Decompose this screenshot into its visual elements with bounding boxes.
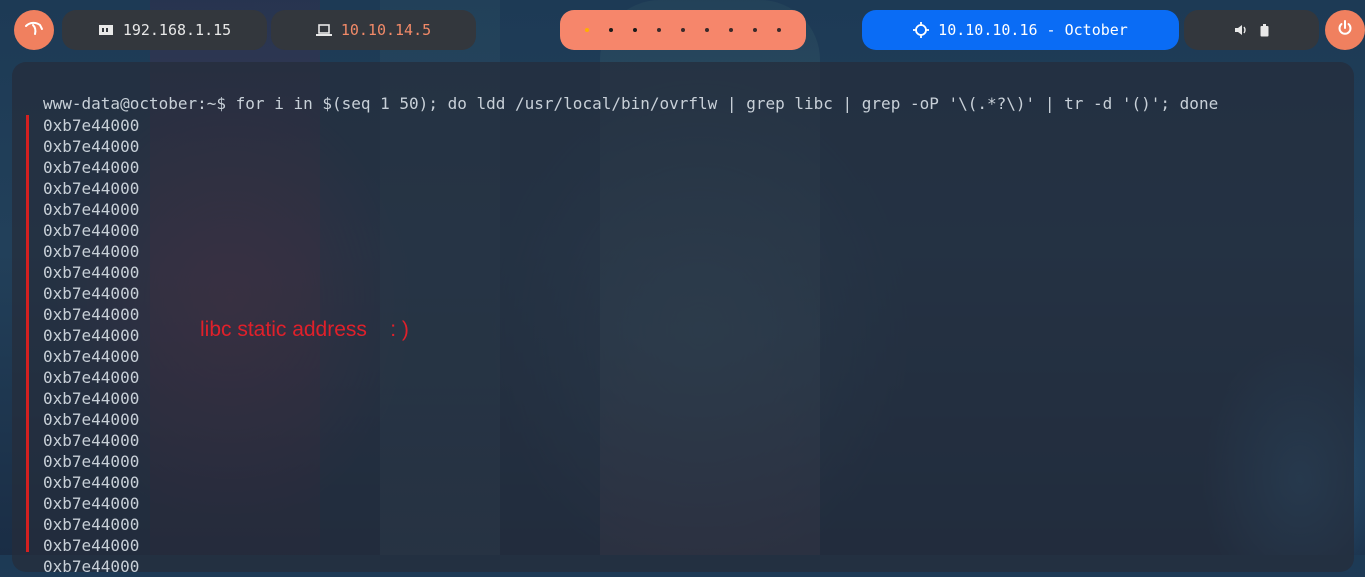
crosshair-icon bbox=[913, 22, 930, 38]
output-line: 0xb7e44000 bbox=[43, 515, 140, 534]
output-line: 0xb7e44000 bbox=[43, 473, 140, 492]
workspace-dot[interactable] bbox=[777, 28, 781, 32]
output-line: 0xb7e44000 bbox=[43, 284, 140, 303]
kali-menu-button[interactable] bbox=[14, 10, 54, 50]
output-line: 0xb7e44000 bbox=[43, 452, 140, 471]
target-text: 10.10.10.16 - October bbox=[938, 21, 1128, 39]
output-line: 0xb7e44000 bbox=[43, 326, 140, 345]
output-line: 0xb7e44000 bbox=[43, 263, 140, 282]
workspace-dot[interactable] bbox=[753, 28, 757, 32]
volume-icon[interactable] bbox=[1234, 24, 1248, 36]
workspace-switcher[interactable] bbox=[560, 10, 806, 50]
output-line: 0xb7e44000 bbox=[43, 137, 140, 156]
workspace-dot[interactable] bbox=[609, 28, 613, 32]
power-button[interactable] bbox=[1325, 10, 1365, 50]
annotation-text: libc static address : ) bbox=[200, 318, 409, 341]
target-pill[interactable]: 10.10.10.16 - October bbox=[862, 10, 1179, 50]
battery-icon[interactable] bbox=[1260, 23, 1269, 37]
output-line: 0xb7e44000 bbox=[43, 347, 140, 366]
top-bar: 192.168.1.15 10.10.14.5 10.10.10.16 - Oc… bbox=[0, 10, 1365, 50]
terminal-window[interactable]: www-data@october:~$ for i in $(seq 1 50)… bbox=[12, 62, 1354, 576]
output-line: 0xb7e44000 bbox=[43, 158, 140, 177]
command-prompt-line: www-data@october:~$ for i in $(seq 1 50)… bbox=[43, 94, 1219, 113]
output-line: 0xb7e44000 bbox=[43, 116, 140, 135]
output-line: 0xb7e44000 bbox=[43, 179, 140, 198]
annotation-highlight-bar bbox=[26, 115, 29, 552]
home-ip-text: 192.168.1.15 bbox=[122, 21, 232, 39]
network-card-icon bbox=[98, 23, 114, 37]
output-line: 0xb7e44000 bbox=[43, 389, 140, 408]
output-line: 0xb7e44000 bbox=[43, 410, 140, 429]
output-line: 0xb7e44000 bbox=[43, 368, 140, 387]
vpn-ip-pill[interactable]: 10.10.14.5 bbox=[271, 10, 476, 50]
output-line: 0xb7e44000 bbox=[43, 200, 140, 219]
workspace-dot[interactable] bbox=[633, 28, 637, 32]
terminal-output: 0xb7e44000 0xb7e44000 0xb7e44000 0xb7e44000… bbox=[43, 115, 139, 577]
workspace-dot[interactable] bbox=[585, 28, 589, 32]
workspace-dot[interactable] bbox=[729, 28, 733, 32]
output-line: 0xb7e44000 bbox=[43, 305, 140, 324]
output-line: 0xb7e44000 bbox=[43, 221, 140, 240]
output-line: 0xb7e44000 bbox=[43, 242, 140, 261]
kali-dragon-icon bbox=[24, 20, 44, 40]
output-line: 0xb7e44000 bbox=[43, 557, 140, 576]
vpn-ip-text: 10.10.14.5 bbox=[340, 21, 432, 39]
home-ip-pill[interactable]: 192.168.1.15 bbox=[62, 10, 267, 50]
system-tray[interactable] bbox=[1184, 10, 1319, 50]
output-line: 0xb7e44000 bbox=[43, 431, 140, 450]
power-icon bbox=[1337, 20, 1353, 40]
workspace-dot[interactable] bbox=[657, 28, 661, 32]
laptop-icon bbox=[315, 23, 332, 37]
output-line: 0xb7e44000 bbox=[43, 536, 140, 555]
output-line: 0xb7e44000 bbox=[43, 494, 140, 513]
workspace-dot[interactable] bbox=[705, 28, 709, 32]
workspace-dot[interactable] bbox=[681, 28, 685, 32]
